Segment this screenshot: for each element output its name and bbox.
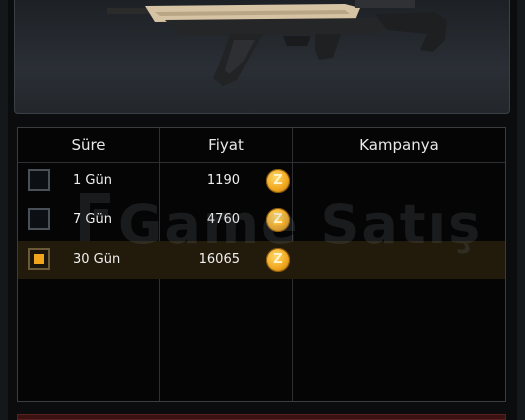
duration-checkbox[interactable] — [28, 169, 50, 191]
weapon-preview-panel — [14, 0, 510, 114]
rental-price-table: Süre Fiyat Kampanya 1 Gün 1190 Z 7 Gün 4… — [17, 127, 506, 402]
duration-checkbox[interactable] — [28, 208, 50, 230]
watermark-logo-icon — [80, 193, 110, 241]
checkbox-fill — [34, 254, 44, 264]
duration-checkbox-checked[interactable] — [28, 248, 50, 270]
campaign-header: Kampanya — [359, 136, 439, 154]
duration-label: 30 Gün — [73, 252, 121, 267]
watermark-text: Game Satış — [118, 193, 483, 256]
assault-rifle-image — [107, 0, 447, 86]
right-edge — [517, 0, 525, 420]
left-edge — [0, 0, 8, 420]
duration-header: Süre — [71, 136, 106, 154]
price-header: Fiyat — [208, 136, 244, 154]
bottom-button-edge — [17, 414, 506, 420]
